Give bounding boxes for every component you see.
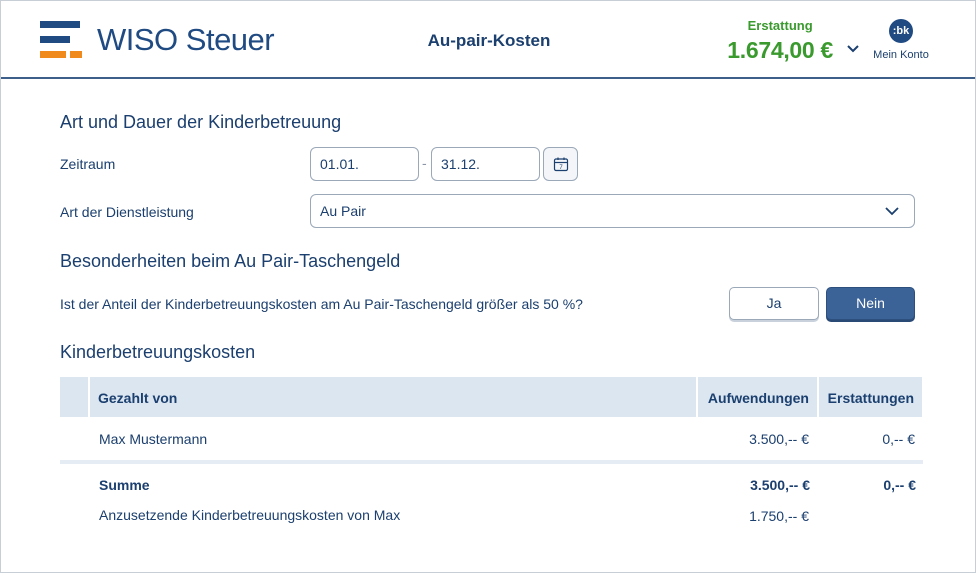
account-label: Mein Konto [873, 49, 929, 61]
refund-summary[interactable]: Erstattung 1.674,00 € [727, 18, 833, 64]
sum-expenses: 3.500,-- € [750, 477, 810, 493]
sum-label: Summe [99, 477, 150, 493]
care-section-heading: Art und Dauer der Kinderbetreuung [60, 112, 342, 132]
avatar: :bk [889, 19, 913, 43]
calendar-button[interactable]: 7 [543, 147, 578, 181]
app-frame: WISO Steuer Au-pair-Kosten Erstattung 1.… [0, 0, 976, 573]
refund-amount: 1.674,00 € [727, 37, 833, 63]
app-header: WISO Steuer Au-pair-Kosten Erstattung 1.… [1, 1, 975, 79]
column-header-paid-by: Gezahlt von [98, 390, 178, 406]
service-type-value: Au Pair [320, 203, 366, 219]
refund-label: Erstattung [747, 18, 813, 33]
pocket-money-question: Ist der Anteil der Kinderbetreuungskoste… [60, 296, 583, 312]
chevron-down-icon[interactable] [845, 43, 861, 55]
column-header-expenses: Aufwendungen [707, 390, 809, 406]
table-row-name[interactable]: Max Mustermann [99, 431, 207, 447]
period-from-input[interactable]: 01.01. [310, 147, 419, 181]
yes-button[interactable]: Ja [729, 287, 819, 320]
table-row-refunds: 0,-- € [882, 431, 915, 447]
service-type-label: Art der Dienstleistung [60, 204, 194, 220]
table-header-spacer [60, 377, 88, 417]
column-header-refunds: Erstattungen [827, 390, 914, 406]
account-menu[interactable]: :bk Mein Konto [867, 19, 935, 61]
calendar-icon: 7 [553, 157, 568, 172]
pocket-money-heading: Besonderheiten beim Au Pair-Taschengeld [60, 251, 401, 271]
table-row-expenses: 3.500,-- € [749, 431, 809, 447]
table-divider [60, 460, 923, 464]
period-label: Zeitraum [60, 156, 116, 172]
period-to-input[interactable]: 31.12. [431, 147, 540, 181]
chevron-down-icon [885, 207, 899, 216]
deductible-label: Anzusetzende Kinderbetreuungskosten von … [99, 507, 401, 523]
period-separator: - [422, 155, 427, 171]
service-type-select[interactable]: Au Pair [310, 194, 915, 228]
no-button[interactable]: Nein [826, 287, 915, 320]
sum-refunds: 0,-- € [883, 477, 916, 493]
costs-heading: Kinderbetreuungskosten [60, 342, 256, 362]
deductible-expenses: 1.750,-- € [749, 508, 809, 524]
table-header-cell [90, 377, 696, 417]
